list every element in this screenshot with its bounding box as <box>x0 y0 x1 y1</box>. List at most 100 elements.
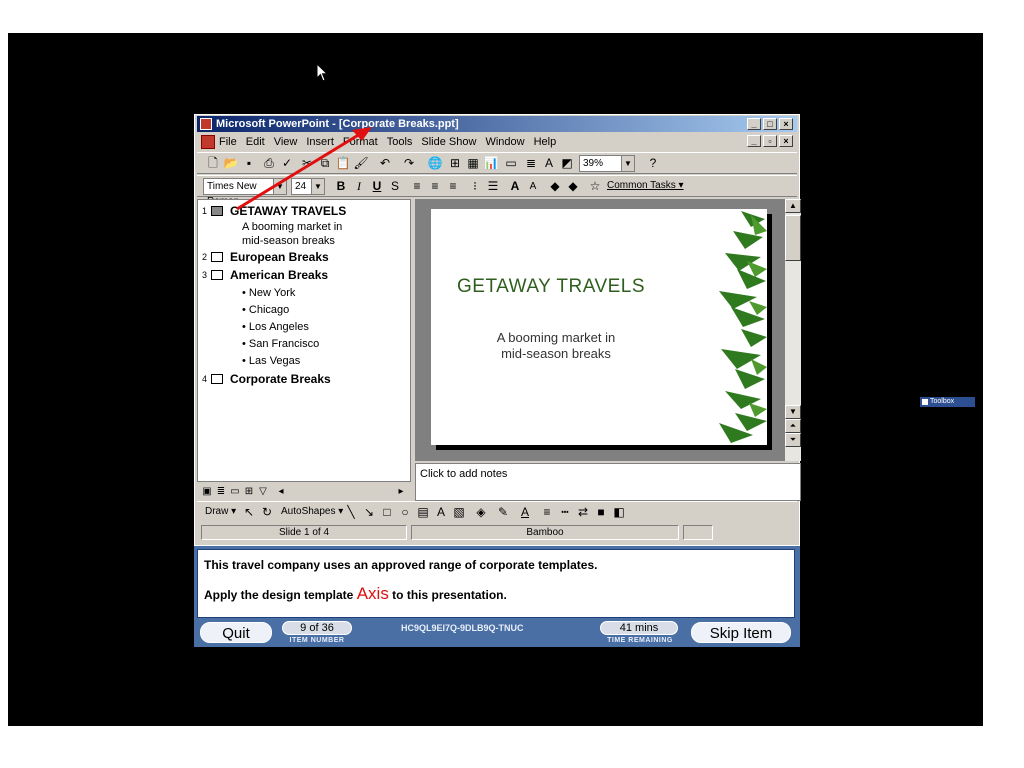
open-icon[interactable]: 📂 <box>223 156 239 171</box>
promote-icon[interactable]: ◆ <box>547 179 563 194</box>
title-bar[interactable]: Microsoft PowerPoint - [Corporate Breaks… <box>197 116 797 132</box>
font-color-icon[interactable]: A <box>517 505 533 520</box>
line-icon[interactable]: ╲ <box>343 505 359 520</box>
design-status: Bamboo <box>411 525 679 540</box>
text-box-icon[interactable]: ▤ <box>415 505 431 520</box>
notes-pane[interactable]: Click to add notes <box>415 463 801 501</box>
3d-style-icon[interactable]: ◧ <box>611 505 627 520</box>
arrow-style-icon[interactable]: ⇄ <box>575 505 591 520</box>
chevron-down-icon[interactable]: ▼ <box>311 179 324 194</box>
align-right-icon[interactable]: ≡ <box>445 179 461 194</box>
line-color-icon[interactable]: ✎ <box>495 505 511 520</box>
menu-slide-show[interactable]: Slide Show <box>421 133 476 151</box>
animation-effects-icon[interactable]: ☆ <box>587 179 603 194</box>
scroll-down-icon[interactable]: ▼ <box>785 405 801 419</box>
select-objects-icon[interactable]: ↖ <box>241 505 257 520</box>
menu-format[interactable]: Format <box>343 133 378 151</box>
menu-insert[interactable]: Insert <box>306 133 334 151</box>
copy-icon[interactable]: ⧉ <box>317 156 333 171</box>
chevron-down-icon[interactable]: ▼ <box>273 179 286 194</box>
maximize-button[interactable]: □ <box>763 118 777 130</box>
align-center-icon[interactable]: ≡ <box>427 179 443 194</box>
menu-edit[interactable]: Edit <box>246 133 265 151</box>
close-button[interactable]: × <box>779 118 793 130</box>
bullets-icon[interactable]: ☰ <box>485 179 501 194</box>
help-icon[interactable]: ? <box>645 156 661 171</box>
insert-table-icon[interactable]: ▦ <box>465 156 481 171</box>
horizontal-scroll-left-icon[interactable]: ◂ <box>273 484 289 499</box>
clip-art-icon[interactable]: ▧ <box>451 505 467 520</box>
slide-icon <box>211 252 223 262</box>
paste-icon[interactable]: 📋 <box>335 156 351 171</box>
underline-icon[interactable]: U <box>369 179 385 194</box>
shadow-style-icon[interactable]: ■ <box>593 505 609 520</box>
menu-window[interactable]: Window <box>485 133 524 151</box>
previous-slide-icon[interactable]: ⏶ <box>785 419 801 433</box>
next-slide-icon[interactable]: ⏷ <box>785 433 801 447</box>
free-rotate-icon[interactable]: ↻ <box>259 505 275 520</box>
slide-title-text[interactable]: GETAWAY TRAVELS <box>457 276 645 298</box>
horizontal-scroll-right-icon[interactable]: ▸ <box>393 484 409 499</box>
doc-minimize-button[interactable]: _ <box>747 135 761 147</box>
numbering-icon[interactable]: ⁝ <box>467 179 483 194</box>
slide-canvas[interactable]: GETAWAY TRAVELS A booming market in mid-… <box>431 209 767 445</box>
arrow-icon[interactable]: ↘ <box>361 505 377 520</box>
new-icon[interactable]: 🗋 <box>205 156 221 171</box>
zoom-select[interactable]: 39% ▼ <box>579 155 635 172</box>
doc-restore-button[interactable]: ▫ <box>763 135 777 147</box>
demote-icon[interactable]: ◆ <box>565 179 581 194</box>
vertical-scrollbar[interactable]: ▲ ▼ ⏶ ⏷ <box>785 199 801 461</box>
powerpoint-app-icon[interactable] <box>200 118 212 130</box>
hyperlink-icon[interactable]: 🌐 <box>427 156 443 171</box>
outline-pane[interactable]: 1 GETAWAY TRAVELS A booming market in mi… <box>197 199 411 482</box>
fill-color-icon[interactable]: ◈ <box>473 505 489 520</box>
menu-view[interactable]: View <box>274 133 298 151</box>
menu-help[interactable]: Help <box>534 133 557 151</box>
rectangle-icon[interactable]: □ <box>379 505 395 520</box>
scroll-up-icon[interactable]: ▲ <box>785 199 801 213</box>
expand-all-icon[interactable]: ≣ <box>523 156 539 171</box>
spelling-icon[interactable]: ✓ <box>279 156 295 171</box>
skip-item-button[interactable]: Skip Item <box>691 622 791 643</box>
toolbox-button[interactable]: Toolbox <box>920 397 975 407</box>
chevron-down-icon[interactable]: ▼ <box>621 156 634 171</box>
new-slide-icon[interactable]: ▭ <box>503 156 519 171</box>
bold-icon[interactable]: B <box>333 179 349 194</box>
view-buttons-bar: ▣ ≣ ▭ ⊞ ▽ ◂ ▸ <box>197 483 411 501</box>
slide-show-view-icon[interactable]: ▽ <box>255 484 271 499</box>
decrease-font-icon[interactable]: A <box>525 179 541 194</box>
line-style-icon[interactable]: ≡ <box>539 505 555 520</box>
oval-icon[interactable]: ○ <box>397 505 413 520</box>
font-size-select[interactable]: 24 ▼ <box>291 178 325 195</box>
autoshapes-menu[interactable]: AutoShapes ▾ <box>281 506 343 517</box>
scroll-thumb[interactable] <box>785 215 801 261</box>
italic-icon[interactable]: I <box>351 179 367 194</box>
align-left-icon[interactable]: ≡ <box>409 179 425 194</box>
redo-icon[interactable]: ↷ <box>401 156 417 171</box>
save-icon[interactable]: ▪ <box>241 156 257 171</box>
common-tasks-menu[interactable]: Common Tasks ▾ <box>607 180 684 191</box>
tables-borders-icon[interactable]: ⊞ <box>447 156 463 171</box>
print-icon[interactable]: ⎙ <box>261 156 277 171</box>
menu-tools[interactable]: Tools <box>387 133 413 151</box>
shadow-icon[interactable]: S <box>387 179 403 194</box>
dash-style-icon[interactable]: ┅ <box>557 505 573 520</box>
cut-icon[interactable]: ✂ <box>299 156 315 171</box>
quit-button[interactable]: Quit <box>200 622 272 643</box>
minimize-button[interactable]: _ <box>747 118 761 130</box>
increase-font-icon[interactable]: A <box>507 179 523 194</box>
doc-close-button[interactable]: × <box>779 135 793 147</box>
document-icon[interactable] <box>201 135 215 149</box>
grayscale-icon[interactable]: ◩ <box>559 156 575 171</box>
draw-menu[interactable]: Draw ▾ <box>205 506 236 517</box>
wordart-icon[interactable]: A <box>433 505 449 520</box>
slide-subtitle-text[interactable]: A booming market in mid-season breaks <box>471 330 641 362</box>
time-remaining-label: TIME REMAINING <box>607 637 673 644</box>
format-painter-icon[interactable]: 🖌 <box>353 156 369 171</box>
insert-chart-icon[interactable]: 📊 <box>483 156 499 171</box>
notes-placeholder[interactable]: Click to add notes <box>420 468 507 480</box>
font-name-select[interactable]: Times New Roman ▼ <box>203 178 287 207</box>
show-formatting-icon[interactable]: A <box>541 156 557 171</box>
menu-file[interactable]: File <box>219 133 237 151</box>
undo-icon[interactable]: ↶ <box>377 156 393 171</box>
